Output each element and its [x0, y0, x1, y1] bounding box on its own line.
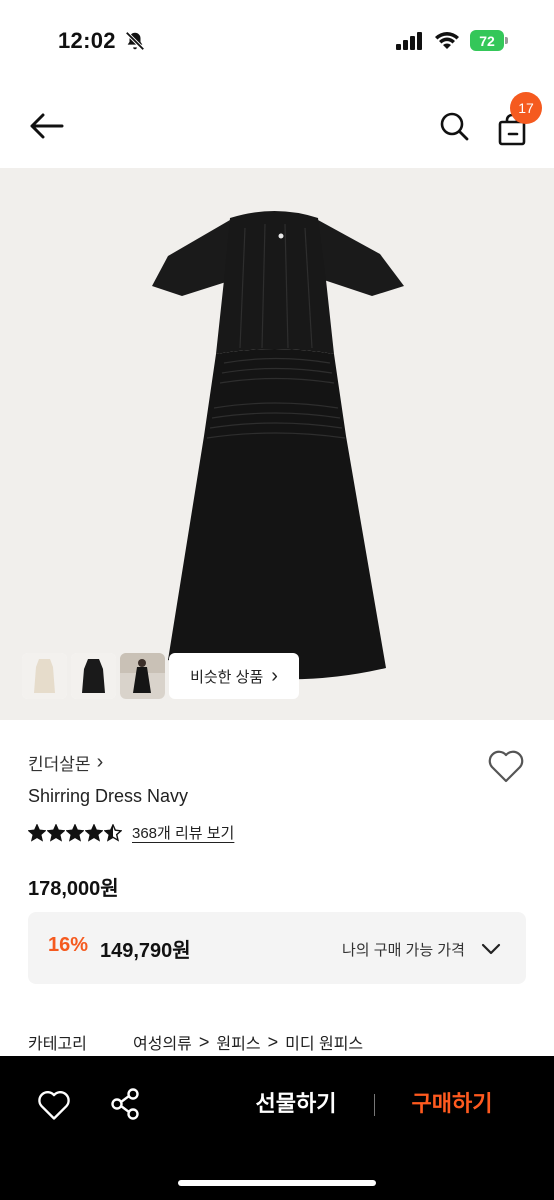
wishlist-button[interactable] — [486, 748, 526, 784]
back-arrow-icon — [30, 113, 64, 139]
search-icon — [440, 112, 469, 141]
gallery-thumbnails: 비슷한 상품 › — [22, 653, 299, 699]
product-image-gallery[interactable]: 비슷한 상품 › — [0, 168, 554, 720]
category-crumb-1[interactable]: 여성의류 — [133, 1030, 192, 1054]
similar-products-label: 비슷한 상품 — [190, 668, 264, 686]
similar-products-button[interactable]: 비슷한 상품 › — [169, 653, 299, 699]
thumbnail-1[interactable] — [22, 653, 67, 699]
share-icon — [111, 1088, 139, 1120]
category-row: 카테고리 여성의류 > 원피스 > 미디 원피스 — [28, 1030, 363, 1054]
thumbnail-3[interactable] — [120, 653, 165, 699]
button-divider — [374, 1094, 375, 1116]
sale-price: 149,790원 — [100, 940, 191, 962]
original-price: 178,000원 — [28, 878, 119, 900]
star-icon — [47, 823, 65, 842]
back-button[interactable] — [24, 106, 68, 146]
wifi-icon — [435, 32, 459, 49]
top-nav-bar: 17 — [0, 84, 554, 168]
thumbnail-image — [71, 653, 116, 699]
cart-count-badge: 17 — [510, 92, 542, 124]
rating-row: 368개 리뷰 보기 — [28, 822, 234, 843]
category-separator: > — [198, 1031, 210, 1052]
signal-icon — [396, 32, 422, 50]
brand-name: 킨더살몬 — [28, 755, 91, 774]
category-crumb-2[interactable]: 원피스 — [216, 1030, 260, 1054]
thumbnail-2[interactable] — [71, 653, 116, 699]
brand-link[interactable]: 킨더살몬 › — [28, 750, 103, 775]
home-indicator[interactable] — [178, 1180, 376, 1186]
discount-rate: 16% — [48, 934, 89, 956]
my-price-dropdown[interactable]: 16% 149,790원 나의 구매 가능 가격 — [28, 912, 526, 984]
star-icon — [104, 823, 122, 842]
product-photo — [152, 211, 404, 680]
status-time: 12:02 — [58, 28, 116, 53]
gift-button[interactable]: 선물하기 — [236, 1086, 356, 1122]
category-label: 카테고리 — [28, 1036, 87, 1053]
bottom-action-bar: 선물하기 구매하기 — [0, 1056, 554, 1200]
star-icon — [28, 823, 46, 842]
share-button[interactable] — [108, 1086, 144, 1122]
buy-button[interactable]: 구매하기 — [392, 1086, 512, 1122]
thumbnail-image — [120, 653, 165, 699]
cart-button[interactable]: 17 — [490, 92, 542, 150]
reviews-link[interactable]: 368개 리뷰 보기 — [132, 822, 234, 843]
bottom-wishlist-button[interactable] — [36, 1088, 72, 1122]
chevron-right-icon: › — [96, 751, 104, 773]
heart-outline-icon — [38, 1091, 70, 1120]
chevron-down-icon — [481, 943, 501, 955]
star-icon — [85, 823, 103, 842]
status-bar: 12:02 72 — [0, 0, 554, 84]
heart-outline-icon — [488, 750, 524, 783]
battery-indicator: 72 — [470, 30, 508, 51]
star-icon — [66, 823, 84, 842]
product-name: Shirring Dress Navy — [28, 786, 189, 806]
search-button[interactable] — [432, 104, 476, 148]
my-price-label: 나의 구매 가능 가격 — [342, 942, 465, 959]
battery-tip — [505, 37, 508, 44]
chevron-right-icon: › — [271, 664, 278, 687]
bell-off-icon — [125, 31, 145, 51]
thumbnail-image — [22, 653, 67, 699]
category-separator: > — [267, 1031, 279, 1052]
battery-level: 72 — [470, 30, 504, 51]
star-rating — [28, 823, 122, 842]
category-crumb-3[interactable]: 미디 원피스 — [285, 1030, 363, 1054]
